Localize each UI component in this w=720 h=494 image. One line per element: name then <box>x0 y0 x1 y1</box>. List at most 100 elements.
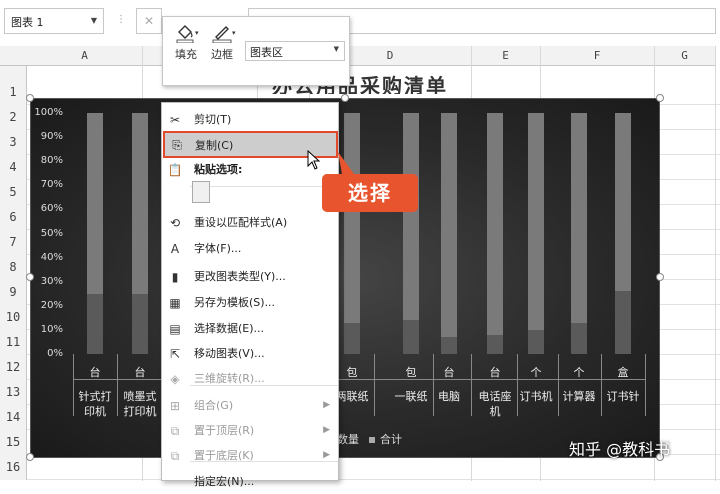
menu-item[interactable]: ▮ 更改图表类型(Y)... <box>162 264 338 289</box>
row-header[interactable]: 8 <box>0 255 27 280</box>
category-label: 电脑 <box>438 390 460 403</box>
fill-dropdown-icon[interactable]: ▾ <box>195 29 199 37</box>
category-label: 计算器 <box>562 390 596 403</box>
resize-handle-top-left[interactable] <box>26 94 34 102</box>
resize-handle-right[interactable] <box>656 273 664 281</box>
column-header[interactable]: F <box>540 46 654 66</box>
row-header[interactable]: 9 <box>0 280 27 305</box>
resize-handle-left[interactable] <box>26 273 34 281</box>
resize-handle-bottom-left[interactable] <box>26 453 34 461</box>
chart-element-select[interactable]: 图表区 ▼ <box>245 41 345 61</box>
menu-item: ◈ 三维旋转(R)... <box>162 366 338 391</box>
menu-item-icon: ⊞ <box>169 399 181 413</box>
resize-handle-top-right[interactable] <box>656 94 664 102</box>
row-header-spacer <box>0 66 27 80</box>
row-header[interactable]: 5 <box>0 180 27 205</box>
bar-total[interactable] <box>615 113 631 354</box>
menu-item-icon: ◈ <box>170 372 180 386</box>
column-gridline <box>715 46 716 481</box>
y-tick-label: 90% <box>40 131 63 143</box>
menu-item-label: 选择数据(E)... <box>194 322 265 335</box>
menu-item-icon: ⧉ <box>170 424 180 438</box>
row-header[interactable]: 14 <box>0 405 27 430</box>
submenu-arrow-icon: ▶ <box>323 425 330 435</box>
row-header[interactable]: 1 <box>0 80 27 105</box>
row-header[interactable]: 2 <box>0 105 27 130</box>
row-header[interactable]: 3 <box>0 130 27 155</box>
chart-legend[interactable]: 数量 合计 <box>337 431 402 447</box>
resize-handle-top[interactable] <box>341 94 349 102</box>
category-label: 电话座机 <box>478 390 512 418</box>
bar-total[interactable] <box>441 113 457 354</box>
bar-quantity[interactable] <box>344 322 360 354</box>
chevron-down-icon[interactable]: ▼ <box>91 16 97 25</box>
row-header[interactable]: 6 <box>0 205 27 230</box>
row-header[interactable]: 10 <box>0 305 27 330</box>
menu-item[interactable]: ▤ 选择数据(E)... <box>162 316 338 341</box>
row-header[interactable]: 4 <box>0 155 27 180</box>
menu-item[interactable]: ⇱ 移动图表(V)... <box>162 341 338 366</box>
chart-element-select-value: 图表区 <box>250 46 283 59</box>
bar-quantity[interactable] <box>441 337 457 354</box>
category-unit: 台 <box>489 366 501 379</box>
bar-total[interactable] <box>87 113 103 354</box>
menu-item-label: 剪切(T) <box>194 113 232 126</box>
row-header[interactable]: 15 <box>0 430 27 455</box>
paste-option-icon[interactable] <box>192 181 210 203</box>
menu-item-icon: ▤ <box>169 322 181 336</box>
menu-item[interactable]: ✂ 剪切(T) <box>162 107 338 132</box>
menu-item-icon: A <box>170 242 180 256</box>
menu-item: ⧉ 置于底层(K) ▶ <box>162 443 338 468</box>
menu-item: ⊞ 组合(G) ▶ <box>162 393 338 418</box>
bar-total[interactable] <box>132 113 148 354</box>
y-tick-label: 0% <box>47 348 63 359</box>
category-unit: 盒 <box>617 366 629 379</box>
mouse-cursor-icon <box>307 150 321 170</box>
category-axis-line <box>73 379 645 380</box>
bar-total[interactable] <box>571 113 587 354</box>
category-label: 喷墨式打印机 <box>123 390 157 418</box>
menu-item[interactable]: ⟲ 重设以匹配样式(A) <box>162 210 338 235</box>
bar-quantity[interactable] <box>487 334 503 354</box>
format-mini-toolbar: 填充 ▾ 边框 ▾ 图表区 ▼ <box>162 16 350 86</box>
menu-item[interactable]: A 字体(F)... <box>162 236 338 261</box>
bar-quantity[interactable] <box>403 320 419 354</box>
menu-item-icon: ⇱ <box>169 347 181 361</box>
row-gridline <box>27 479 720 480</box>
category-divider <box>558 354 559 416</box>
menu-item[interactable]: 指定宏(N)... <box>162 469 338 494</box>
outline-dropdown-icon[interactable]: ▾ <box>232 29 236 37</box>
column-header[interactable]: A <box>27 46 142 66</box>
row-header[interactable]: 12 <box>0 355 27 380</box>
fill-label: 填充 <box>175 48 197 61</box>
bar-total[interactable] <box>403 113 419 354</box>
menu-item-label: 字体(F)... <box>194 242 242 255</box>
row-header[interactable]: 13 <box>0 380 27 405</box>
menu-item[interactable]: ▦ 另存为模板(S)... <box>162 290 338 315</box>
bar-quantity[interactable] <box>528 329 544 354</box>
outline-label: 边框 <box>211 48 233 61</box>
y-tick-label: 100% <box>34 107 63 118</box>
bar-quantity[interactable] <box>132 293 148 354</box>
y-tick-label: 30% <box>40 275 63 287</box>
name-box[interactable]: 图表 1 ▼ <box>4 8 104 34</box>
bar-total[interactable] <box>487 113 503 354</box>
menu-item-icon: ⧉ <box>170 449 180 463</box>
column-header[interactable]: E <box>471 46 540 66</box>
category-label: 订书机 <box>519 390 553 403</box>
bar-quantity[interactable] <box>571 322 587 354</box>
category-divider <box>471 354 472 416</box>
row-header[interactable]: 16 <box>0 455 27 480</box>
bar-quantity[interactable] <box>615 291 631 354</box>
category-divider <box>645 354 646 416</box>
row-header[interactable]: 7 <box>0 230 27 255</box>
column-header[interactable]: G <box>654 46 715 66</box>
bar-quantity[interactable] <box>87 293 103 354</box>
cancel-button[interactable]: ✕ <box>136 8 162 34</box>
category-unit: 台 <box>89 366 101 379</box>
category-label: 一联纸 <box>394 390 428 403</box>
bar-total[interactable] <box>528 113 544 354</box>
row-header[interactable]: 11 <box>0 330 27 355</box>
select-all-corner[interactable] <box>0 46 27 66</box>
category-unit: 台 <box>134 366 146 379</box>
